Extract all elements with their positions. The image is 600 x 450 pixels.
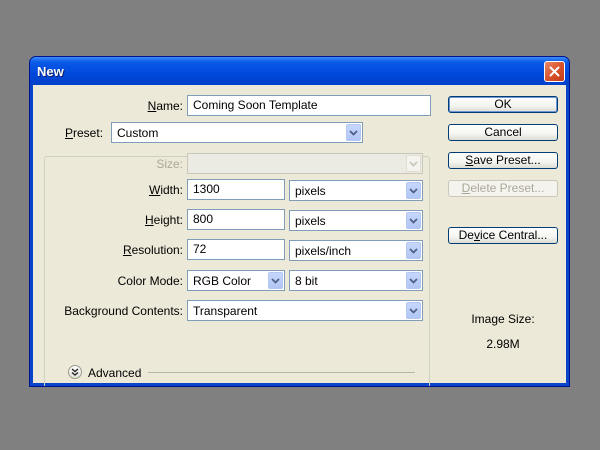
height-label: Height: xyxy=(144,213,183,227)
size-dropdown-button xyxy=(406,155,421,172)
name-label: Name: xyxy=(147,99,183,113)
color-mode-value: RGB Color xyxy=(193,274,252,288)
preset-label: Preset: xyxy=(61,126,106,140)
preset-select[interactable]: Custom xyxy=(111,122,363,143)
title-bar[interactable]: New xyxy=(30,57,569,85)
size-label: Size: xyxy=(156,157,183,171)
color-mode-select[interactable]: RGB Color xyxy=(187,270,285,291)
ok-button[interactable]: OK xyxy=(448,96,558,113)
background-contents-dropdown-button[interactable] xyxy=(406,302,421,319)
image-size-value: 2.98M xyxy=(486,337,520,351)
background-contents-label: Background Contents: xyxy=(64,304,183,318)
advanced-toggle[interactable] xyxy=(68,365,82,379)
image-size-label: Image Size: xyxy=(471,312,535,326)
save-preset-button[interactable]: Save Preset... xyxy=(448,152,558,169)
size-select xyxy=(187,153,423,174)
height-unit-dropdown-button[interactable] xyxy=(406,212,421,229)
width-unit-select[interactable]: pixels xyxy=(289,180,423,201)
chevron-down-icon xyxy=(409,277,418,284)
chevron-down-icon xyxy=(409,187,418,194)
delete-preset-button: Delete Preset... xyxy=(448,180,558,197)
resolution-unit-dropdown-button[interactable] xyxy=(406,242,421,259)
close-button[interactable] xyxy=(544,61,565,82)
new-document-dialog: New Name: Coming Soon Template Preset: C… xyxy=(29,56,570,387)
height-input[interactable]: 800 xyxy=(187,209,285,230)
preset-value: Custom xyxy=(117,126,159,140)
dialog-body: Name: Coming Soon Template Preset: Custo… xyxy=(33,85,566,386)
double-chevron-down-icon xyxy=(71,368,79,376)
chevron-down-icon xyxy=(271,277,280,284)
cancel-button[interactable]: Cancel xyxy=(448,124,558,141)
name-input[interactable]: Coming Soon Template xyxy=(187,95,431,116)
bit-depth-value: 8 bit xyxy=(295,274,318,288)
bit-depth-dropdown-button[interactable] xyxy=(406,272,421,289)
resolution-unit-select[interactable]: pixels/inch xyxy=(289,240,423,261)
chevron-down-icon xyxy=(409,247,418,254)
width-unit-dropdown-button[interactable] xyxy=(406,182,421,199)
resolution-label: Resolution: xyxy=(122,243,183,257)
width-unit-value: pixels xyxy=(295,184,326,198)
height-unit-select[interactable]: pixels xyxy=(289,210,423,231)
advanced-divider xyxy=(148,372,415,373)
height-unit-value: pixels xyxy=(295,214,326,228)
chevron-down-icon xyxy=(409,217,418,224)
background-contents-select[interactable]: Transparent xyxy=(187,300,423,321)
preset-dropdown-button[interactable] xyxy=(346,124,361,141)
width-input[interactable]: 1300 xyxy=(187,179,285,200)
chevron-down-icon xyxy=(409,160,418,167)
device-central-button[interactable]: Device Central... xyxy=(448,227,558,244)
advanced-label[interactable]: Advanced xyxy=(88,366,141,380)
resolution-unit-value: pixels/inch xyxy=(295,244,352,258)
close-icon xyxy=(549,66,560,77)
resolution-input[interactable]: 72 xyxy=(187,239,285,260)
bit-depth-select[interactable]: 8 bit xyxy=(289,270,423,291)
chevron-down-icon xyxy=(349,129,358,136)
width-label: Width: xyxy=(148,183,183,197)
background-contents-value: Transparent xyxy=(193,304,258,318)
dialog-title: New xyxy=(37,64,64,79)
color-mode-label: Color Mode: xyxy=(117,274,183,288)
color-mode-dropdown-button[interactable] xyxy=(268,272,283,289)
chevron-down-icon xyxy=(409,307,418,314)
